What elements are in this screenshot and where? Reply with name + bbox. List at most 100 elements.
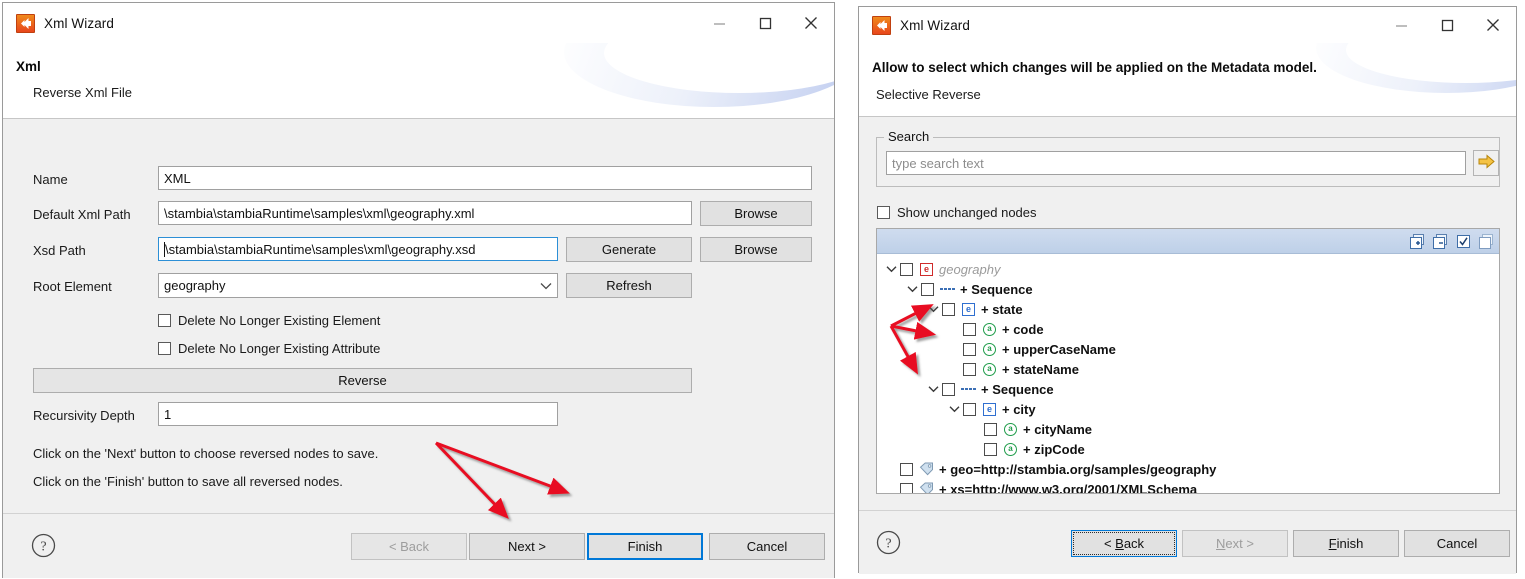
left-banner: Xml Reverse Xml File <box>3 43 834 118</box>
attribute-letter: a <box>983 342 996 356</box>
tree-node-label: + city <box>1002 401 1036 417</box>
refresh-root-element-button[interactable]: Refresh <box>566 273 692 298</box>
tree-node-checkbox[interactable] <box>984 422 997 436</box>
reverse-button[interactable]: Reverse <box>33 368 692 393</box>
recursivity-depth-value: 1 <box>164 406 172 422</box>
attribute-badge-icon: a <box>1003 442 1018 457</box>
element-badge-icon: e <box>961 302 976 317</box>
close-icon[interactable] <box>788 3 834 43</box>
show-unchanged-nodes-checkbox[interactable]: Show unchanged nodes <box>877 205 1037 220</box>
tree-row[interactable]: a + upperCaseName <box>877 339 1499 359</box>
xml-wizard-icon <box>872 15 891 35</box>
maximize-icon[interactable] <box>742 3 788 43</box>
help-icon[interactable]: ? <box>31 533 56 558</box>
expand-all-icon[interactable] <box>1409 233 1426 250</box>
tree-twisty-none <box>969 443 982 456</box>
maximize-icon[interactable] <box>1424 7 1470 43</box>
chevron-down-icon[interactable] <box>885 263 898 276</box>
changes-tree[interactable]: e geography + Sequence e + state a + code a + up… <box>876 228 1500 494</box>
tree-node-checkbox[interactable] <box>963 402 976 416</box>
hint-next: Click on the 'Next' button to choose rev… <box>33 446 379 461</box>
recursivity-depth-input[interactable]: 1 <box>158 402 558 426</box>
root-element-combo[interactable]: geography <box>158 273 558 298</box>
select-all-icon[interactable] <box>1455 233 1472 250</box>
tree-node-label: + Sequence <box>960 281 1033 297</box>
minimize-icon[interactable] <box>1378 7 1424 43</box>
tree-node-checkbox[interactable] <box>963 362 976 376</box>
tree-row[interactable]: a + code <box>877 319 1499 339</box>
default-xml-path-input[interactable]: \stambia\stambiaRuntime\samples\xml\geog… <box>158 201 692 225</box>
delete-no-longer-existing-element-checkbox[interactable]: Delete No Longer Existing Element <box>158 313 380 328</box>
cancel-button[interactable]: Cancel <box>709 533 825 560</box>
tree-row[interactable]: e + city <box>877 399 1499 419</box>
search-go-icon <box>1478 154 1495 172</box>
next-button-label: Next > <box>1216 536 1254 551</box>
left-banner-title: Xml <box>16 59 41 74</box>
chevron-down-icon[interactable] <box>927 383 940 396</box>
root-element-value: geography <box>164 278 226 293</box>
tree-row[interactable]: a + zipCode <box>877 439 1499 459</box>
attribute-letter: a <box>983 362 996 376</box>
delete-no-longer-existing-attribute-checkbox[interactable]: Delete No Longer Existing Attribute <box>158 341 380 356</box>
tree-twisty-none <box>948 343 961 356</box>
delete-attribute-label: Delete No Longer Existing Attribute <box>178 341 381 356</box>
root-element-label: Root Element <box>33 279 112 294</box>
back-button[interactable]: < Back <box>1071 530 1177 557</box>
tree-node-checkbox[interactable] <box>900 262 913 276</box>
close-icon[interactable] <box>1470 7 1516 43</box>
minimize-icon[interactable] <box>696 3 742 43</box>
deselect-all-icon[interactable] <box>1478 233 1495 250</box>
finish-button[interactable]: Finish <box>587 533 703 560</box>
finish-button[interactable]: Finish <box>1293 530 1399 557</box>
browse-default-xml-path-button[interactable]: Browse <box>700 201 812 226</box>
browse-xsd-path-button[interactable]: Browse <box>700 237 812 262</box>
tree-node-label: + zipCode <box>1023 441 1085 457</box>
tree-node-checkbox[interactable] <box>984 442 997 456</box>
search-go-button[interactable] <box>1473 150 1499 176</box>
search-input[interactable]: type search text <box>886 151 1466 175</box>
search-input-placeholder: type search text <box>892 155 984 171</box>
tree-node-checkbox[interactable] <box>942 382 955 396</box>
attribute-letter: a <box>1004 442 1017 456</box>
svg-text:?: ? <box>40 540 46 555</box>
namespace-tag-icon <box>919 482 934 493</box>
tree-row[interactable]: + Sequence <box>877 279 1499 299</box>
tree-twisty-none <box>885 483 898 494</box>
generate-xsd-button[interactable]: Generate <box>566 237 692 262</box>
tree-row[interactable]: e geography <box>877 259 1499 279</box>
right-banner-title: Allow to select which changes will be ap… <box>872 60 1317 75</box>
xsd-path-input[interactable]: \stambia\stambiaRuntime\samples\xml\geog… <box>158 237 558 261</box>
namespace-tag-icon <box>919 462 934 477</box>
tree-node-label: + geo=http://stambia.org/samples/geograp… <box>939 461 1217 477</box>
tree-row[interactable]: e + state <box>877 299 1499 319</box>
next-button[interactable]: Next > <box>469 533 585 560</box>
tree-node-checkbox[interactable] <box>900 462 913 476</box>
right-banner-subtitle: Selective Reverse <box>876 87 981 102</box>
cancel-button[interactable]: Cancel <box>1404 530 1510 557</box>
tree-node-checkbox[interactable] <box>942 302 955 316</box>
right-titlebar: Xml Wizard <box>859 7 1516 43</box>
refresh-button-label: Refresh <box>606 278 652 293</box>
chevron-down-icon[interactable] <box>927 303 940 316</box>
name-input[interactable]: XML <box>158 166 812 190</box>
tree-row[interactable]: + xs=http://www.w3.org/2001/XMLSchema <box>877 479 1499 494</box>
search-group-label: Search <box>884 129 934 144</box>
show-unchanged-nodes-label: Show unchanged nodes <box>897 205 1037 220</box>
tree-row[interactable]: a + stateName <box>877 359 1499 379</box>
help-icon[interactable]: ? <box>876 530 901 555</box>
collapse-all-icon[interactable] <box>1432 233 1449 250</box>
chevron-down-icon[interactable] <box>906 283 919 296</box>
tree-node-label: + code <box>1002 321 1044 337</box>
chevron-down-icon[interactable] <box>948 403 961 416</box>
tree-node-checkbox[interactable] <box>963 322 976 336</box>
tree-row[interactable]: + Sequence <box>877 379 1499 399</box>
tree-node-checkbox[interactable] <box>900 482 913 493</box>
tree-node-checkbox[interactable] <box>963 342 976 356</box>
tree-row[interactable]: a + cityName <box>877 419 1499 439</box>
back-button-label: < Back <box>1103 536 1145 551</box>
xml-wizard-dialog-left: Xml Wizard Xml Reverse Xml File Name XML… <box>2 2 835 578</box>
chevron-down-icon[interactable] <box>540 278 552 293</box>
tree-node-label: + Sequence <box>981 381 1054 397</box>
tree-node-checkbox[interactable] <box>921 282 934 296</box>
tree-row[interactable]: + geo=http://stambia.org/samples/geograp… <box>877 459 1499 479</box>
